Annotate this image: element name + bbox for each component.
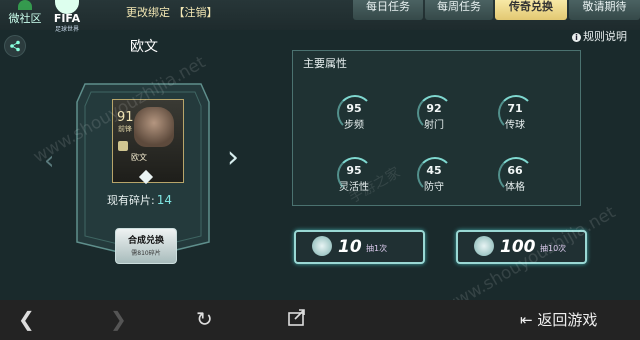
- stat-label: 体格: [505, 182, 525, 193]
- rules-button[interactable]: i 规则说明: [572, 28, 627, 44]
- return-to-game-button[interactable]: ⇤ 返回游戏: [520, 309, 597, 330]
- draw-label: 抽1次: [366, 244, 388, 253]
- player-name-title: 欧文: [130, 39, 158, 55]
- football-icon: [312, 236, 332, 256]
- football-icon: [474, 236, 494, 256]
- tab-weekly-tasks[interactable]: 每周任务: [425, 0, 493, 20]
- tab-coming-soon[interactable]: 敬请期待: [569, 0, 640, 20]
- stat-passing: 71 传球: [485, 95, 545, 139]
- stat-shooting: 92 射门: [404, 95, 464, 139]
- fifa-logo-subtext: 足球世界: [54, 26, 79, 33]
- rules-label: 规则说明: [583, 30, 627, 43]
- synthesize-button[interactable]: 合成兑换 需810碎片: [115, 228, 177, 264]
- stat-value: 95: [346, 102, 362, 115]
- info-icon: i: [572, 33, 581, 42]
- fifa-logo: FIFA 足球世界: [52, 0, 82, 33]
- rebind-logout-link[interactable]: 更改绑定 【注销】: [126, 4, 218, 20]
- stat-physical: 66 体格: [485, 157, 545, 201]
- stat-value: 92: [426, 102, 442, 115]
- stat-label: 传球: [505, 120, 525, 131]
- community-button[interactable]: 微社区: [4, 0, 46, 30]
- club-badge-icon: [118, 141, 128, 151]
- fifa-logo-text: FIFA: [53, 12, 81, 25]
- share-out-icon[interactable]: [287, 307, 307, 327]
- forward-arrow-icon[interactable]: ❯: [110, 307, 127, 331]
- synthesize-cost: 需810碎片: [131, 250, 161, 257]
- stat-label: 射门: [424, 120, 444, 131]
- stat-label: 步频: [344, 120, 364, 131]
- player-portrait: [134, 107, 174, 147]
- share-button[interactable]: [4, 35, 26, 57]
- stat-value: 45: [426, 164, 442, 177]
- community-icon: [18, 0, 32, 10]
- attributes-title: 主要属性: [303, 57, 347, 70]
- shards-count: 现有碎片: 14: [107, 192, 172, 208]
- draw-once-button[interactable]: 10 抽1次: [294, 230, 425, 264]
- next-player-arrow[interactable]: ›: [227, 140, 239, 175]
- card-player-name: 欧文: [131, 153, 147, 162]
- stat-defending: 45 防守: [404, 157, 464, 201]
- refresh-icon[interactable]: ↻: [196, 307, 213, 331]
- exit-icon: ⇤: [520, 311, 538, 329]
- community-label: 微社区: [8, 12, 42, 25]
- stat-pace: 95 步频: [324, 95, 384, 139]
- synthesize-label: 合成兑换: [127, 236, 164, 246]
- draw-cost: 10: [338, 237, 362, 257]
- shards-value: 14: [156, 193, 172, 207]
- card-position: 前锋: [118, 125, 132, 133]
- tab-daily-tasks[interactable]: 每日任务: [353, 0, 423, 20]
- shards-label: 现有碎片:: [107, 194, 155, 207]
- back-arrow-icon[interactable]: ❮: [18, 307, 35, 331]
- tab-legend-exchange[interactable]: 传奇兑换: [495, 0, 567, 20]
- stat-value: 66: [507, 164, 523, 177]
- stat-value: 71: [507, 102, 523, 115]
- return-label: 返回游戏: [537, 311, 598, 329]
- stat-label: 防守: [424, 182, 444, 193]
- share-icon: [10, 40, 20, 52]
